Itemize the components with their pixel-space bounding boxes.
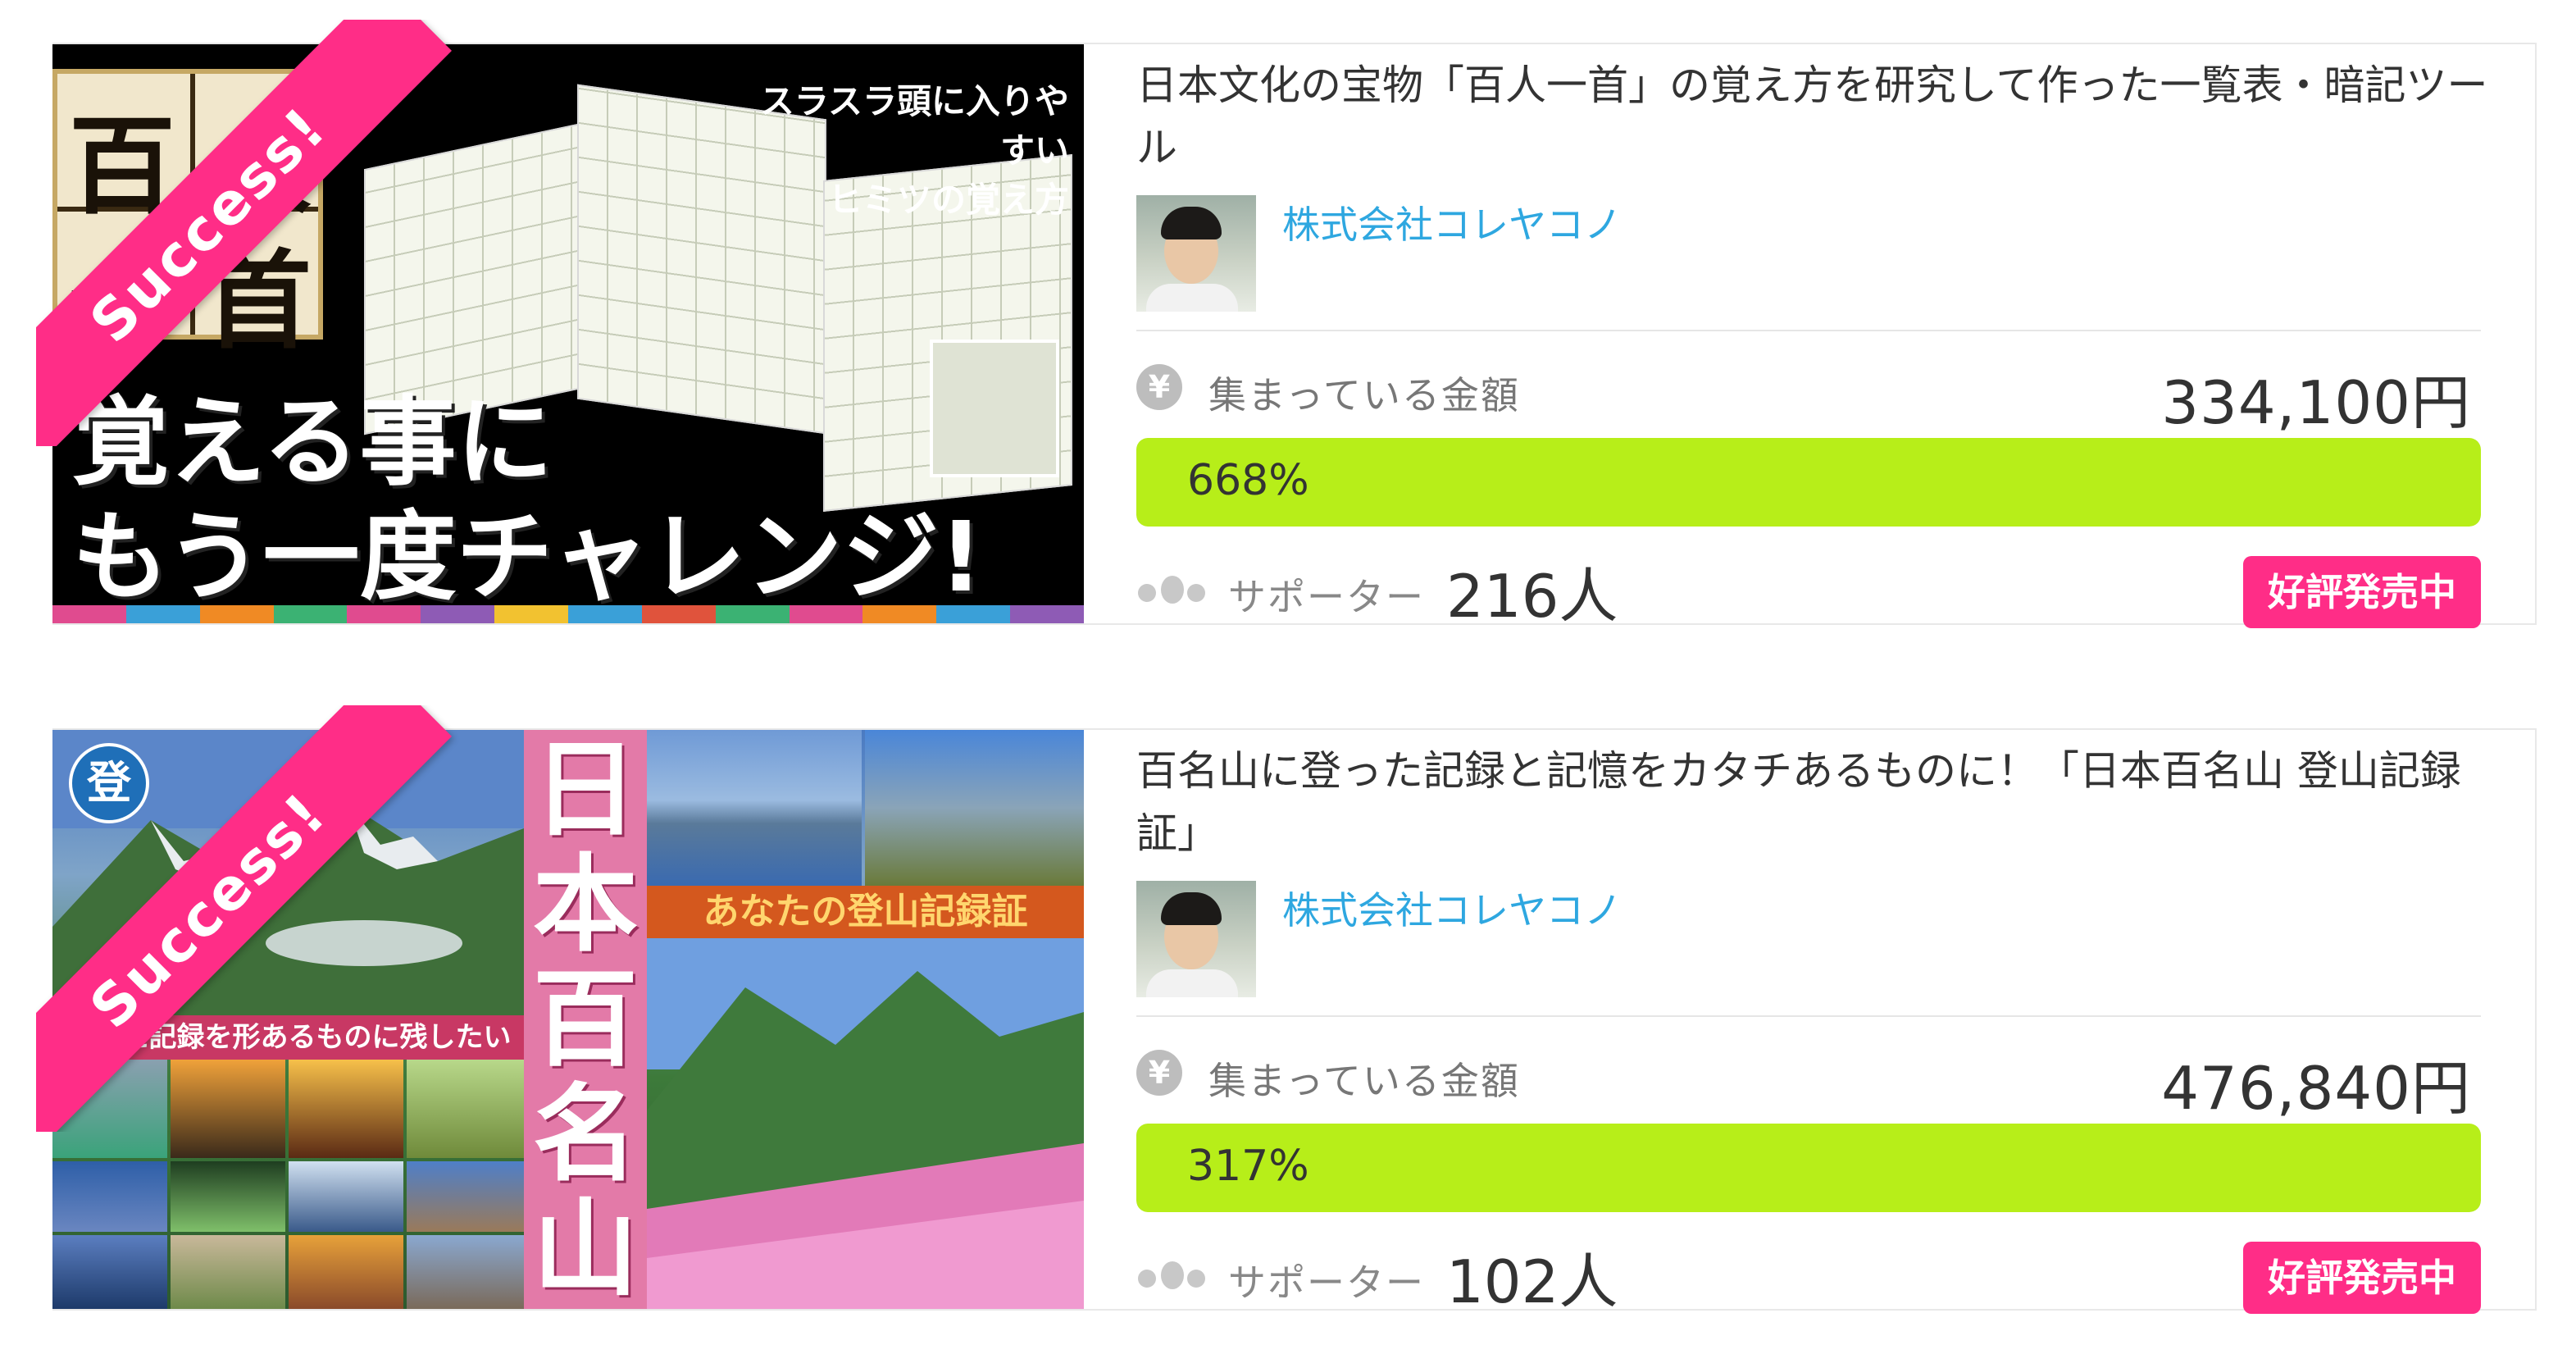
chart-inset	[930, 340, 1059, 477]
photo-tile	[289, 1161, 403, 1232]
yen-icon: ¥	[1136, 1050, 1182, 1096]
project-card[interactable]: 登 登った記録を形あるものに残したい 日 本 百 名 山 あなたの登山記録証 S…	[36, 705, 2537, 1316]
owner-name-link[interactable]: 株式会社コレヤコノ	[1282, 881, 1622, 935]
project-thumbnail[interactable]: 百 人 一 首 スラスラ頭に入りやすい ヒミツの覚え方 覚える事に もう一度チャ…	[52, 44, 1084, 623]
headline-line: 覚える事に	[72, 385, 553, 499]
raised-amount: 476,840円	[2161, 1054, 2471, 1123]
supporters-row: サポーター 102人 好評発売中	[1136, 1230, 2481, 1316]
photo-tile	[171, 1235, 285, 1309]
catch-copy: スラスラ頭に入りやすい ヒミツの覚え方	[759, 81, 1069, 220]
project-card[interactable]: 百 人 一 首 スラスラ頭に入りやすい ヒミツの覚え方 覚える事に もう一度チャ…	[36, 20, 2537, 631]
logo-kanji: 百	[69, 103, 176, 229]
people-icon	[1138, 572, 1205, 605]
divider	[1136, 1015, 2481, 1017]
photo-fuji	[647, 730, 862, 886]
supporters-row: サポーター 216人 好評発売中	[1136, 545, 2481, 631]
owner-name-link[interactable]: 株式会社コレヤコノ	[1282, 195, 1622, 249]
raised-amount: 334,100円	[2161, 368, 2471, 437]
hyakunin-isshu-logo: 百 人 一 首	[52, 69, 323, 363]
logo-kanji: 人	[205, 103, 312, 229]
project-title[interactable]: 百名山に登った記録と記憶をカタチあるものに！「日本百名山 登山記録証」	[1136, 740, 2522, 864]
photo-tile	[52, 1161, 167, 1232]
photo-flowers	[647, 938, 1084, 1309]
raised-label: 集まっている金額	[1208, 373, 1520, 417]
logo-kanji: 一	[69, 238, 176, 363]
avatar[interactable]	[1136, 195, 1256, 312]
photo-tile	[407, 1235, 524, 1309]
progress-fill	[1136, 438, 2481, 527]
photo-tile	[407, 1060, 524, 1158]
vertical-title: 日 本 百 名 山	[524, 730, 647, 1309]
progress-percent: 317%	[1187, 1142, 1309, 1191]
project-info: 日本文化の宝物「百人一首」の覚え方を研究して作った一覧表・暗記ツール 株式会社コ…	[1136, 44, 2522, 631]
project-title[interactable]: 日本文化の宝物「百人一首」の覚え方を研究して作った一覧表・暗記ツール	[1136, 54, 2522, 179]
progress-bar: 668%	[1136, 438, 2481, 527]
project-info: 百名山に登った記録と記憶をカタチあるものに！「日本百名山 登山記録証」 株式会社…	[1136, 730, 2522, 1316]
photo-tile	[171, 1060, 285, 1158]
supporters-label: サポーター	[1228, 1261, 1425, 1305]
progress-fill	[1136, 1124, 2481, 1212]
progress-bar: 317%	[1136, 1124, 2481, 1212]
people-icon	[1138, 1258, 1205, 1291]
supporters-count: 216人	[1446, 562, 1618, 631]
photo-tile	[407, 1161, 524, 1232]
progress-percent: 668%	[1187, 456, 1309, 505]
headline-line: もう一度チャレンジ!	[72, 500, 984, 613]
color-stripe	[52, 605, 1084, 623]
photo-tile	[289, 1060, 403, 1158]
logo-kanji: 首	[205, 238, 312, 363]
project-owner[interactable]: 株式会社コレヤコノ	[1136, 881, 1622, 999]
photo-tile	[52, 1060, 167, 1158]
photo-peak	[865, 730, 1084, 886]
supporters-label: サポーター	[1228, 575, 1425, 619]
yen-icon: ¥	[1136, 364, 1182, 410]
raised-amount-row: ¥ 集まっている金額 476,840円	[1136, 1040, 2481, 1123]
photo-tile	[52, 1235, 167, 1309]
divider	[1136, 330, 2481, 331]
project-thumbnail[interactable]: 登 登った記録を形あるものに残したい 日 本 百 名 山 あなたの登山記録証	[52, 730, 1084, 1309]
status-badge: 好評発売中	[2243, 556, 2481, 628]
corner-seal: 登	[69, 743, 149, 823]
project-owner[interactable]: 株式会社コレヤコノ	[1136, 195, 1622, 313]
photo-tile	[171, 1161, 285, 1232]
photo-tile	[289, 1235, 403, 1309]
image-caption: 登った記録を形あるものに残したい	[52, 1015, 524, 1060]
image-caption: あなたの登山記録証	[647, 886, 1084, 938]
raised-label: 集まっている金額	[1208, 1059, 1520, 1103]
status-badge: 好評発売中	[2243, 1242, 2481, 1314]
supporters-count: 102人	[1446, 1247, 1618, 1316]
raised-amount-row: ¥ 集まっている金額 334,100円	[1136, 354, 2481, 437]
avatar[interactable]	[1136, 881, 1256, 997]
